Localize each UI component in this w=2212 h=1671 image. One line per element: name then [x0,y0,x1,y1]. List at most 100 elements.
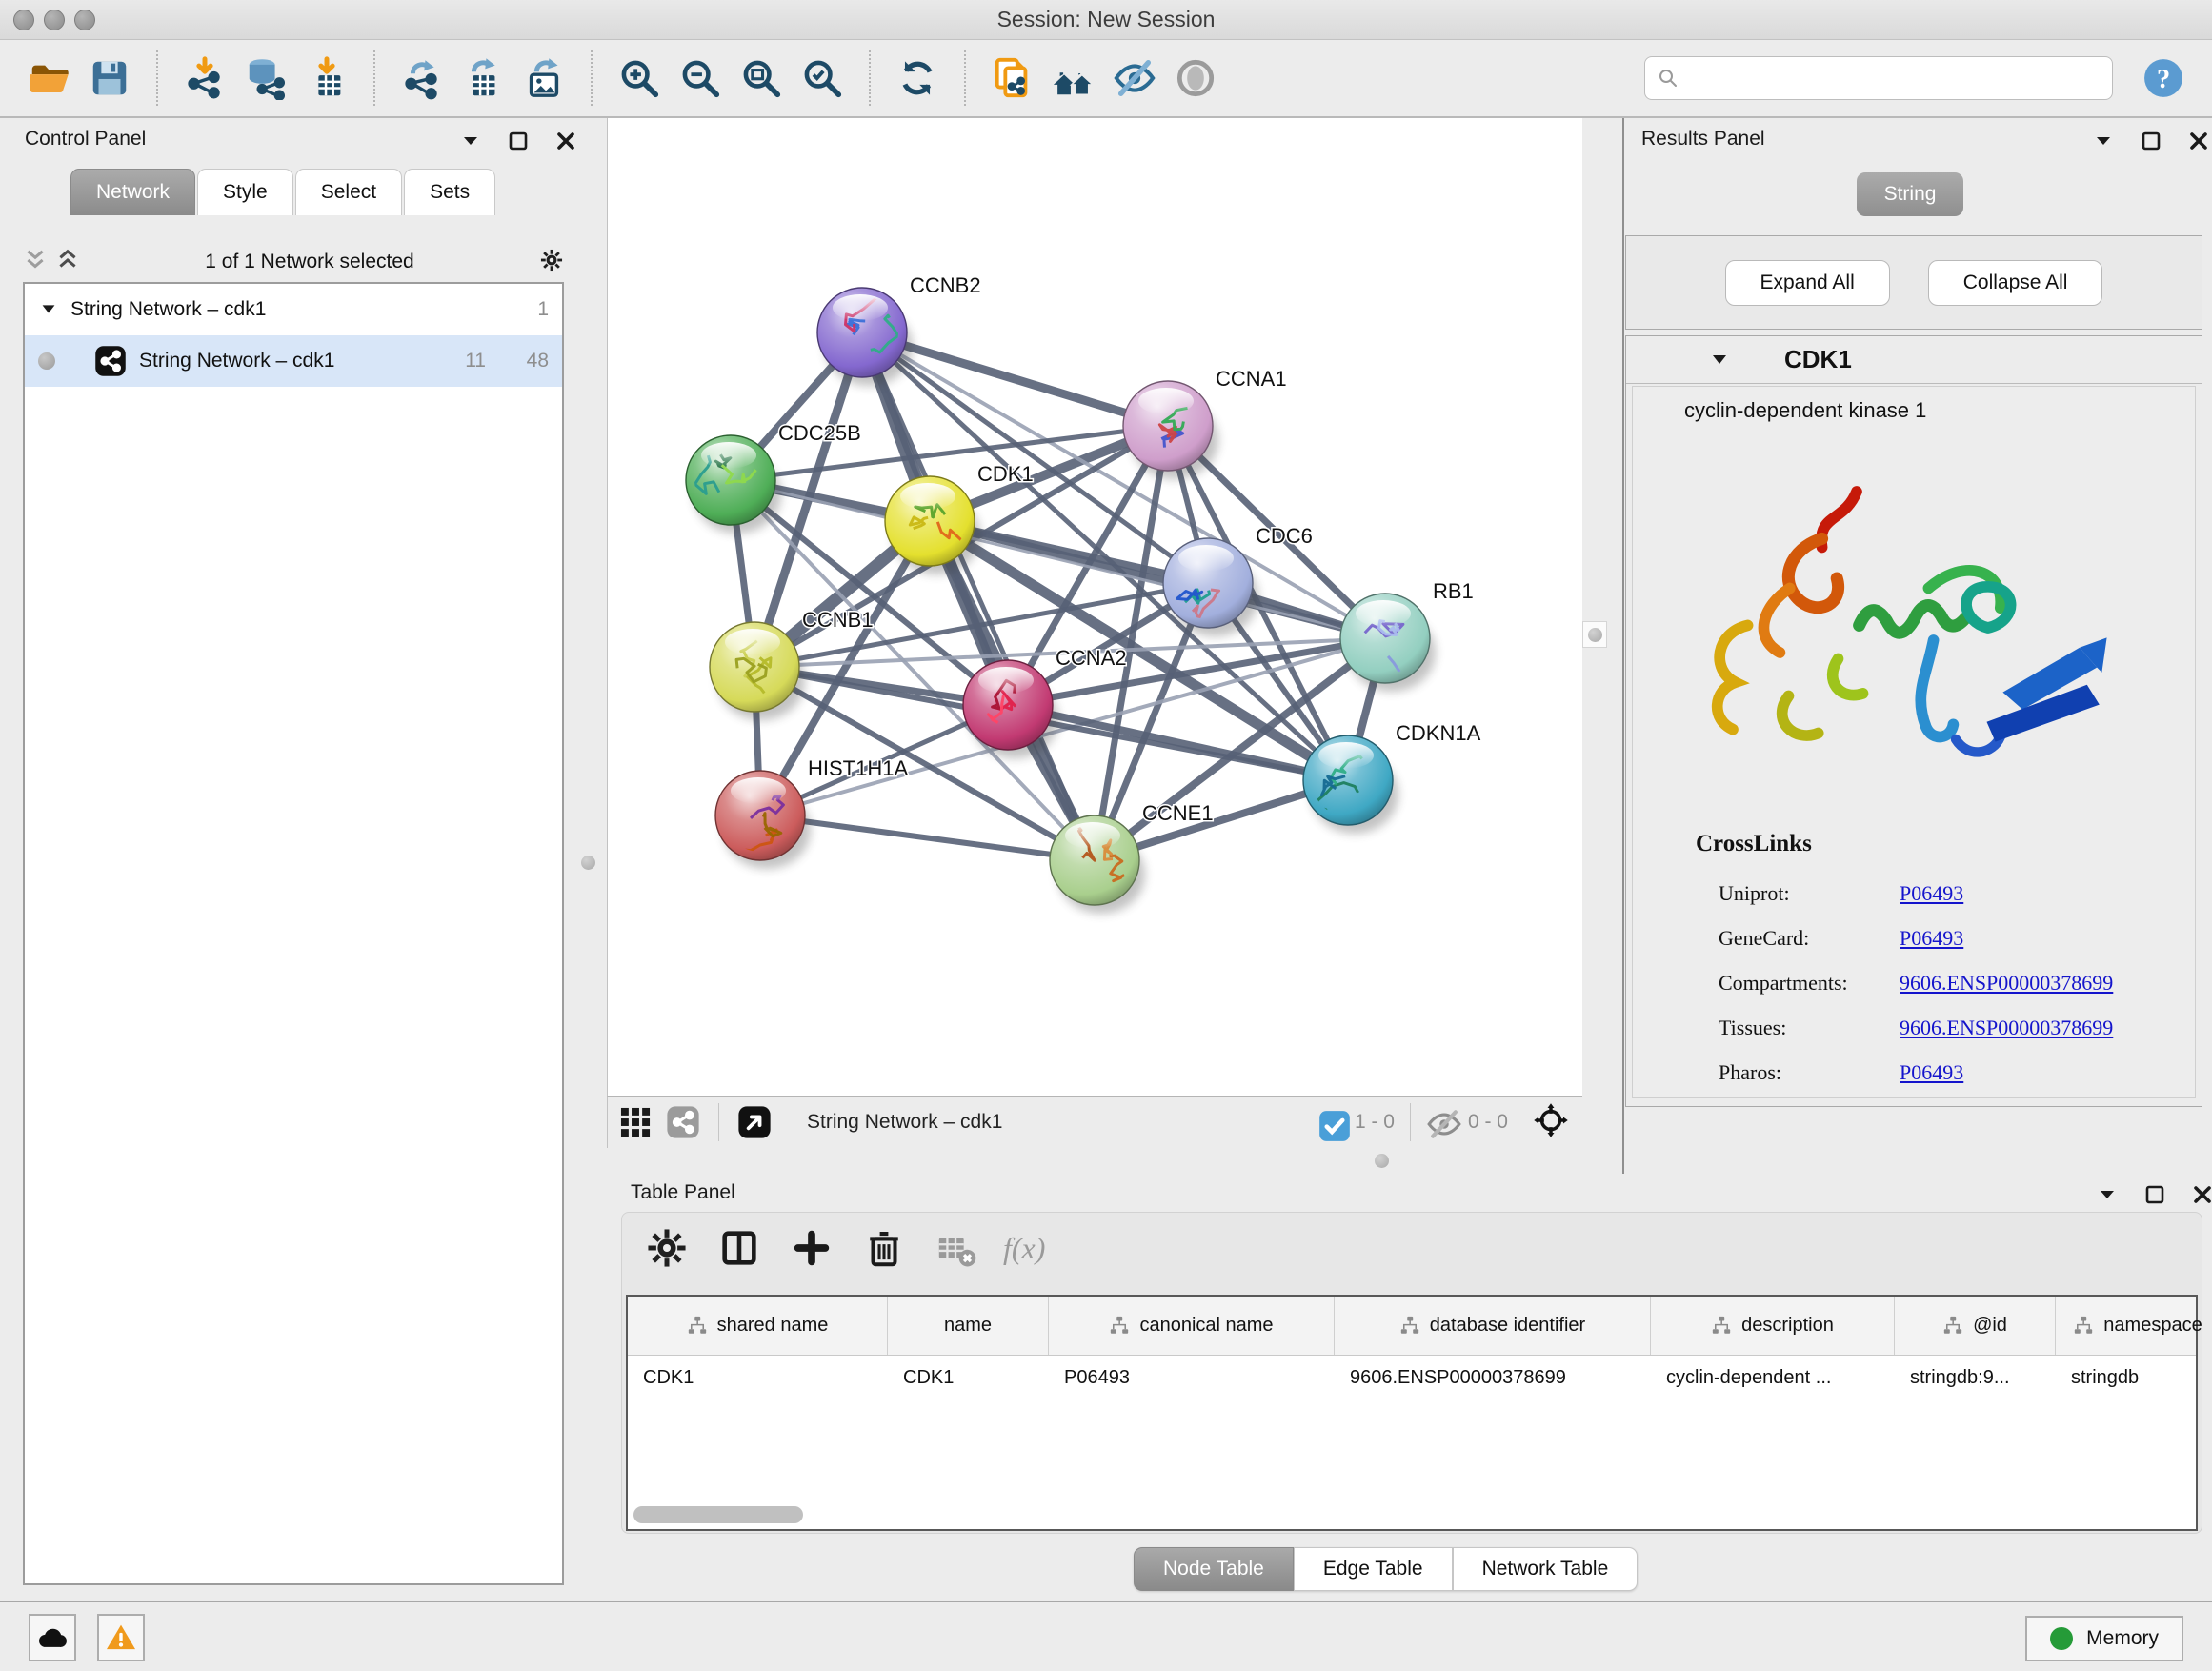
close-panel-icon[interactable] [2191,1183,2212,1211]
tab-edge-table[interactable]: Edge Table [1294,1547,1453,1591]
tab-sets[interactable]: Sets [404,169,495,215]
crosslink-link[interactable]: P06493 [1900,926,1963,951]
export-network-button[interactable] [398,54,446,102]
float-panel-icon[interactable] [507,130,530,157]
home-icon[interactable] [1050,54,1097,102]
network-node-CCNA1[interactable]: CCNA1 [1123,367,1287,479]
open-session-button[interactable] [25,54,72,102]
warning-button[interactable] [97,1614,145,1661]
tree-expander-icon[interactable] [38,299,59,320]
network-canvas[interactable]: CCNB2 CCNA1 CDC25B CDK1 CDC6 RB1 CCNB1 C… [608,118,1583,1096]
column-header--id[interactable]: @id [1895,1297,2056,1355]
vertical-splitter-handle[interactable] [1582,621,1607,648]
import-database-button[interactable] [242,54,290,102]
eye-slash-icon[interactable] [1111,54,1158,102]
delete-table-icon[interactable] [935,1228,975,1268]
crosslink-link[interactable]: P06493 [1900,1060,1963,1085]
network-node-RB1[interactable]: RB1 [1340,579,1474,692]
eye-icon[interactable] [1172,54,1219,102]
fit-selected-crosshair-icon[interactable] [1533,1102,1573,1142]
tab-network[interactable]: Network [70,169,195,215]
network-share-icon[interactable] [665,1104,701,1140]
section-expander-icon[interactable] [1708,349,1731,372]
tab-style[interactable]: Style [197,169,293,215]
crosslink-link[interactable]: 9606.ENSP00000378699 [1900,971,2113,996]
tab-network-table[interactable]: Network Table [1453,1547,1639,1591]
horizontal-splitter-handle[interactable] [1375,1154,1389,1168]
apply-layout-button[interactable] [894,54,941,102]
results-panel-controls [2092,130,2210,157]
search-input[interactable] [1687,66,2101,91]
crosslink-link[interactable]: P06493 [1900,881,1963,906]
scrollbar-thumb[interactable] [633,1506,803,1523]
add-column-icon[interactable] [790,1226,834,1270]
network-node-CCNB2[interactable]: CCNB2 [817,273,981,386]
cloud-button[interactable] [29,1614,76,1661]
gear-icon[interactable] [539,248,564,277]
column-header-canonical-name[interactable]: canonical name [1049,1297,1335,1355]
duplicate-network-button[interactable] [989,54,1036,102]
hidden-eye-icon[interactable] [1426,1106,1458,1138]
network-node-CDKN1A[interactable]: CDKN1A [1303,721,1481,834]
column-header-description[interactable]: description [1651,1297,1895,1355]
column-header-name[interactable]: name [888,1297,1049,1355]
network-node-HIST1H1A[interactable]: HIST1H1A [715,756,908,869]
table-options-icon[interactable] [645,1226,689,1270]
collapse-all-networks-icon[interactable] [23,248,48,277]
crosslinks-list: Uniprot:P06493GeneCard:P06493Compartment… [1719,871,2113,1095]
panel-menu-icon[interactable] [2092,130,2115,157]
selected-checkbox-icon[interactable] [1317,1108,1345,1137]
crosslink-label: Uniprot: [1719,881,1900,906]
memory-button[interactable]: Memory [2025,1616,2183,1661]
export-image-button[interactable] [520,54,568,102]
network-view[interactable]: CCNB2 CCNA1 CDC25B CDK1 CDC6 RB1 CCNB1 C… [607,118,1582,1096]
cdk1-section-header[interactable]: CDK1 [1626,336,2202,384]
string-tab[interactable]: String [1857,172,1963,216]
network-edges [731,332,1385,860]
column-type-icon [1399,1316,1420,1337]
help-button[interactable]: ? [2140,54,2187,102]
float-panel-icon[interactable] [2140,130,2162,157]
save-session-button[interactable] [86,54,133,102]
left-splitter-handle[interactable] [581,856,595,870]
tab-node-table[interactable]: Node Table [1134,1547,1294,1591]
crosslink-row: GeneCard:P06493 [1719,916,2113,960]
zoom-out-button[interactable] [676,54,724,102]
panel-menu-icon[interactable] [459,130,482,157]
memory-label: Memory [2086,1627,2159,1650]
toolbar-separator [156,50,158,106]
export-table-button[interactable] [459,54,507,102]
network-row-selected[interactable]: String Network – cdk1 11 48 [25,335,562,387]
tab-select[interactable]: Select [295,169,402,215]
memory-status-dot [2050,1627,2073,1650]
zoom-fit-button[interactable] [737,54,785,102]
collapse-all-button[interactable]: Collapse All [1928,260,2103,306]
expand-all-networks-icon[interactable] [55,248,80,277]
column-header-shared-name[interactable]: shared name [628,1297,888,1355]
network-node-CDC6[interactable]: CDC6 [1163,524,1313,636]
birdseye-grid-icon[interactable] [617,1104,654,1140]
close-panel-icon[interactable] [2187,130,2210,157]
zoom-selected-button[interactable] [798,54,846,102]
open-in-new-icon[interactable] [736,1104,773,1140]
function-builder-icon[interactable]: f(x) [1003,1231,1045,1266]
horizontal-scrollbar[interactable] [633,1506,2190,1523]
float-panel-icon[interactable] [2143,1183,2166,1211]
network-collection-row[interactable]: String Network – cdk1 1 [25,284,562,335]
column-header-database-identifier[interactable]: database identifier [1335,1297,1651,1355]
expand-all-button[interactable]: Expand All [1725,260,1890,306]
import-network-button[interactable] [181,54,229,102]
import-table-button[interactable] [303,54,351,102]
table-row[interactable]: CDK1CDK1P064939606.ENSP00000378699cyclin… [628,1356,2196,1399]
column-header-namespace[interactable]: namespace [2056,1297,2212,1355]
close-panel-icon[interactable] [554,130,577,157]
crosslink-link[interactable]: 9606.ENSP00000378699 [1900,1016,2113,1040]
delete-column-icon[interactable] [862,1226,906,1270]
zoom-in-button[interactable] [615,54,663,102]
table-panel-box: f(x) shared namenamecanonical namedataba… [621,1212,2202,1534]
show-columns-icon[interactable] [717,1226,761,1270]
column-type-icon [2073,1316,2094,1337]
panel-menu-icon[interactable] [2096,1183,2119,1211]
crosslink-label: Pharos: [1719,1060,1900,1085]
network-edge[interactable] [760,815,1095,860]
